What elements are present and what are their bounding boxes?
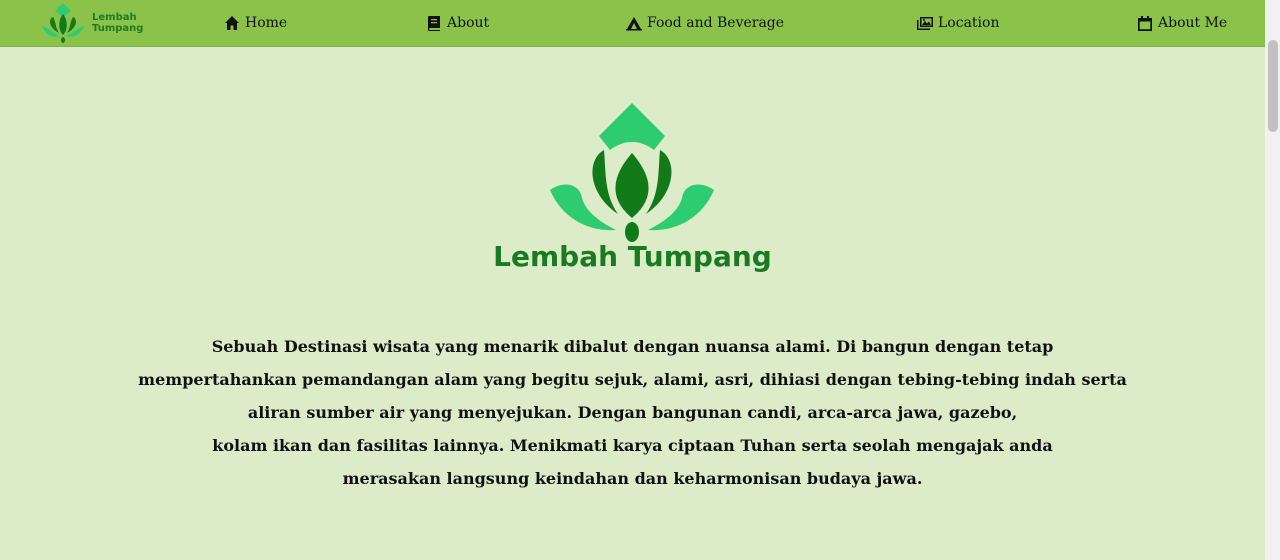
vertical-scrollbar[interactable] [1265, 0, 1280, 560]
calendar-icon [1138, 16, 1152, 31]
nav-location-label: Location [938, 15, 1000, 31]
brand-name-line2: Tumpang [92, 23, 144, 34]
description-line: aliran sumber air yang menyejukan. Denga… [247, 403, 1018, 422]
description-line: Sebuah Destinasi wisata yang menarik dib… [211, 337, 1054, 356]
hero-description: Sebuah Destinasi wisata yang menarik dib… [0, 330, 1265, 495]
nav-about-label: About [447, 15, 490, 31]
hero-title: Lembah Tumpang [493, 240, 772, 273]
description-line: merasakan langsung keindahan dan keharmo… [342, 469, 923, 488]
nav-about-me[interactable]: About Me [1137, 0, 1227, 46]
home-icon [225, 16, 239, 30]
images-icon [917, 17, 933, 30]
brand-name-line1: Lembah [92, 12, 137, 23]
nav-home[interactable]: Home [224, 0, 287, 46]
nav-food-and-beverage-label: Food and Beverage [647, 15, 785, 31]
scrollbar-thumb[interactable] [1268, 40, 1278, 132]
nav-home-label: Home [245, 15, 288, 31]
nav-about[interactable]: About [426, 0, 489, 46]
book-icon [428, 16, 440, 31]
navbar: Lembah Tumpang Home About Food and Bever… [0, 0, 1265, 47]
description-line: kolam ikan dan fasilitas lainnya. Menikm… [212, 436, 1053, 455]
brand-name: Lembah Tumpang [92, 12, 143, 34]
nav-about-me-label: About Me [1158, 15, 1228, 31]
nav-location[interactable]: Location [917, 0, 999, 46]
campground-icon [626, 17, 642, 31]
brand-logo-link[interactable]: Lembah Tumpang [38, 0, 143, 46]
lotus-logo-icon [42, 3, 84, 43]
nav-food-and-beverage[interactable]: Food and Beverage [626, 0, 784, 46]
description-line: mempertahankan pemandangan alam yang beg… [138, 370, 1127, 389]
